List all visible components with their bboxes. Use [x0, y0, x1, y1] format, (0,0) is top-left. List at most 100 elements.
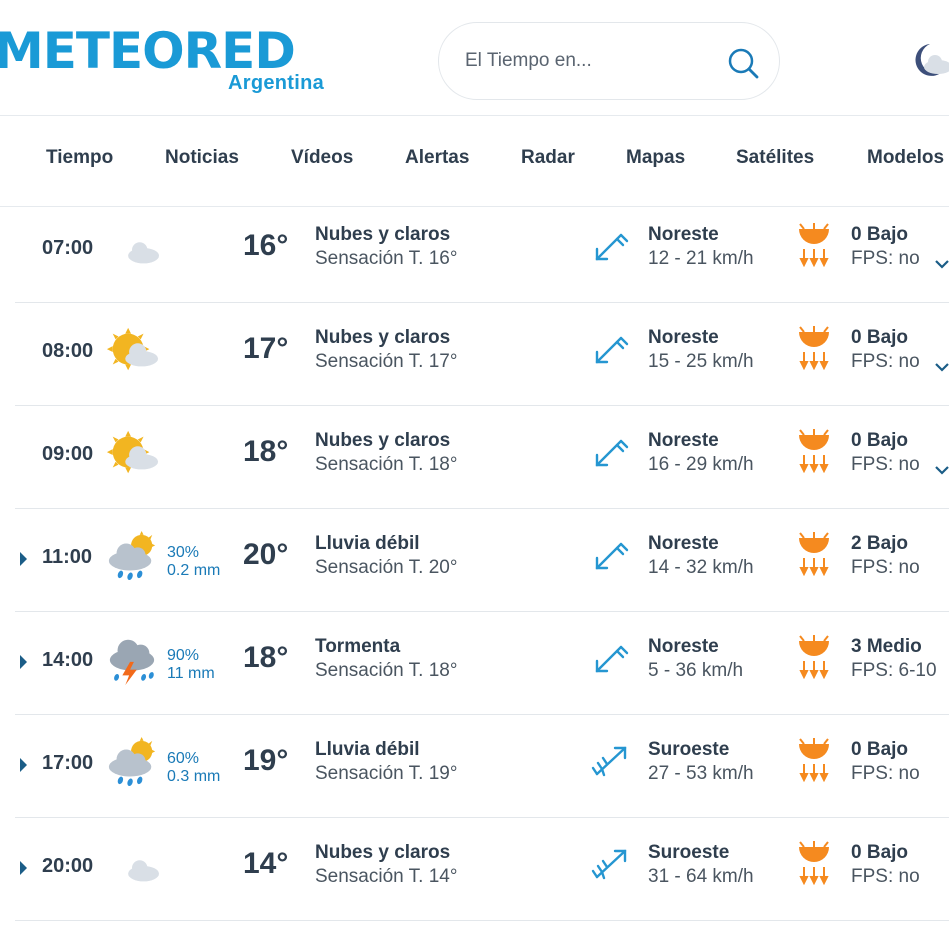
weather-description: Nubes y claros [315, 327, 451, 348]
feels-like: Sensación T. 20° [315, 557, 458, 578]
sunscreen-fps: FPS: no [851, 763, 920, 784]
nav-noticias[interactable]: Noticias [165, 147, 239, 169]
wind-speed: 31 - 64 km/h [648, 866, 754, 887]
hour-time: 20:00 [42, 855, 94, 877]
wind-speed: 12 - 21 km/h [648, 248, 754, 269]
hour-time: 11:00 [42, 546, 93, 568]
hour-time: 08:00 [42, 340, 94, 362]
precipitation-info: 90% 11 mm [167, 647, 215, 683]
sun-cloud-icon [106, 430, 159, 474]
chevron-down-icon[interactable] [935, 362, 949, 372]
wind-speed: 16 - 29 km/h [648, 454, 754, 475]
hour-time: 07:00 [42, 237, 94, 259]
search-box[interactable] [438, 22, 780, 100]
weather-description: Nubes y claros [315, 224, 451, 245]
meteored-logo[interactable]: METEORED Argentina [0, 26, 339, 96]
precip-amount: 11 mm [167, 665, 215, 682]
uv-index-icon [799, 223, 829, 267]
nav-radar[interactable]: Radar [521, 147, 575, 169]
uv-index: 2 Bajo [851, 533, 909, 554]
expand-caret-icon[interactable] [20, 861, 27, 875]
uv-index-icon [799, 841, 829, 885]
feels-like: Sensación T. 14° [315, 866, 458, 887]
wind-northeast-icon [595, 336, 629, 364]
wind-direction: Noreste [648, 533, 719, 554]
uv-index-icon [799, 635, 829, 679]
temperature: 17° [243, 332, 289, 365]
weather-description: Nubes y claros [315, 842, 451, 863]
wind-northeast-icon [595, 439, 629, 467]
current-weather-moon-cloud-icon[interactable] [908, 40, 949, 80]
uv-index-icon [799, 429, 829, 473]
nav-videos[interactable]: Vídeos [291, 147, 353, 169]
thunderstorm-icon [109, 639, 155, 686]
nav-mapas[interactable]: Mapas [626, 147, 685, 169]
nav-satelites[interactable]: Satélites [736, 147, 814, 169]
expand-caret-icon[interactable] [20, 655, 27, 669]
hour-row[interactable]: 09:00 18° Nubes y claros Sensación T. 18° No… [15, 405, 949, 509]
feels-like: Sensación T. 16° [315, 248, 458, 269]
feels-like: Sensación T. 18° [315, 454, 458, 475]
nav-modelos[interactable]: Modelos [867, 147, 944, 169]
nav-alertas[interactable]: Alertas [405, 147, 469, 169]
uv-index: 0 Bajo [851, 842, 909, 863]
search-icon[interactable] [727, 47, 759, 79]
uv-index-icon [799, 326, 829, 370]
sun-cloud-rain-icon [108, 736, 156, 787]
hour-row[interactable]: 07:00 16° Nubes y claros Sensación T. 16° No… [15, 199, 949, 303]
search-input[interactable] [463, 49, 707, 73]
uv-index: 0 Bajo [851, 224, 909, 245]
weather-description: Lluvia débil [315, 533, 420, 554]
weather-description: Lluvia débil [315, 739, 420, 760]
hour-time: 09:00 [42, 443, 94, 465]
weather-description: Tormenta [315, 636, 401, 657]
wind-direction: Noreste [648, 327, 719, 348]
wind-direction: Noreste [648, 636, 719, 657]
nav-tiempo[interactable]: Tiempo [46, 147, 113, 169]
uv-index: 0 Bajo [851, 739, 909, 760]
feels-like: Sensación T. 19° [315, 763, 458, 784]
hour-row[interactable]: 11:00 30% 0.2 mm 20° Lluvia débil Sensación T… [15, 508, 949, 612]
precip-amount: 0.2 mm [167, 562, 221, 579]
logo-wordmark: METEORED [0, 22, 296, 80]
feels-like: Sensación T. 17° [315, 351, 458, 372]
precip-probability: 90% [167, 647, 200, 664]
wind-direction: Noreste [648, 224, 719, 245]
hour-row[interactable]: 17:00 60% 0.3 mm 19° Lluvia débil Sensación T… [15, 714, 949, 818]
uv-index: 0 Bajo [851, 327, 909, 348]
moon-cloud-icon [117, 226, 159, 265]
wind-southwest-icon [591, 746, 627, 777]
sunscreen-fps: FPS: no [851, 866, 920, 887]
expand-caret-icon[interactable] [20, 552, 27, 566]
hour-row[interactable]: 20:00 14° Nubes y claros Sensación T. 14° Su… [15, 817, 949, 921]
precipitation-info: 30% 0.2 mm [167, 544, 220, 580]
temperature: 18° [243, 641, 289, 674]
expand-caret-icon[interactable] [20, 758, 27, 772]
wind-speed: 27 - 53 km/h [648, 763, 754, 784]
sun-cloud-rain-icon [108, 530, 156, 581]
chevron-down-icon[interactable] [935, 259, 949, 269]
hour-row[interactable]: 14:00 90% 11 mm 18° Tormenta Sensación T. 18°… [15, 611, 949, 715]
wind-southwest-icon [591, 849, 627, 880]
wind-northeast-icon [595, 542, 629, 570]
temperature: 16° [243, 229, 289, 262]
weather-description: Nubes y claros [315, 430, 451, 451]
main-nav: Tiempo Noticias Vídeos Alertas Radar Map… [0, 116, 949, 207]
wind-direction: Suroeste [648, 739, 730, 760]
temperature: 19° [243, 744, 289, 777]
sunscreen-fps: FPS: no [851, 248, 920, 269]
wind-speed: 14 - 32 km/h [648, 557, 754, 578]
precip-probability: 30% [167, 544, 200, 561]
sunscreen-fps: FPS: no [851, 557, 920, 578]
logo-country: Argentina [228, 72, 325, 94]
wind-speed: 5 - 36 km/h [648, 660, 744, 681]
sunscreen-fps: FPS: 6-10 [851, 660, 937, 681]
precip-amount: 0.3 mm [167, 768, 221, 785]
uv-index: 3 Medio [851, 636, 922, 657]
temperature: 20° [243, 538, 289, 571]
wind-northeast-icon [595, 645, 629, 673]
wind-direction: Suroeste [648, 842, 730, 863]
chevron-down-icon[interactable] [935, 465, 949, 475]
precipitation-info: 60% 0.3 mm [167, 750, 220, 786]
hour-row[interactable]: 08:00 17° Nubes y claros Sensación T. 17° No… [15, 302, 949, 406]
